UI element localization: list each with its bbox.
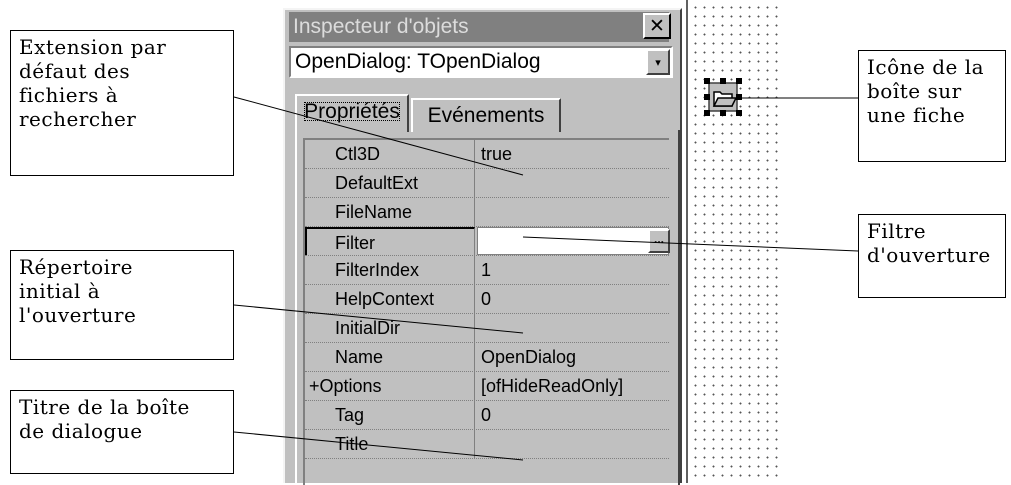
connector-title xyxy=(233,431,524,461)
annotation-line: d'ouverture xyxy=(867,243,991,267)
annotation-line: Icône de la xyxy=(867,55,985,79)
annotation-line: rechercher xyxy=(19,107,137,131)
annotation-line: de dialogue xyxy=(19,419,143,443)
annotation-filter: Filtre d'ouverture xyxy=(858,214,1006,298)
annotation-line: initial à xyxy=(19,279,101,303)
connector-filter xyxy=(522,236,859,252)
annotation-line: une fiche xyxy=(867,103,966,127)
annotation-line: fichiers à xyxy=(19,83,119,107)
annotation-line: l'ouverture xyxy=(19,303,137,327)
annotation-line: boîte sur xyxy=(867,79,962,103)
annotation-line: défaut des xyxy=(19,59,131,83)
annotation-icon: Icône de la boîte sur une fiche xyxy=(858,50,1006,162)
connector-initial-dir xyxy=(233,304,524,334)
annotation-line: Répertoire xyxy=(19,255,133,279)
annotation-line: Extension par xyxy=(19,35,167,59)
annotation-initial-dir: Répertoire initial à l'ouverture xyxy=(10,250,234,360)
connector-default-ext xyxy=(233,96,524,176)
annotation-title: Titre de la boîte de dialogue xyxy=(10,390,234,474)
annotation-line: Titre de la boîte xyxy=(19,395,190,419)
annotation-default-ext: Extension par défaut des fichiers à rech… xyxy=(10,30,234,176)
annotation-line: Filtre xyxy=(867,219,927,243)
